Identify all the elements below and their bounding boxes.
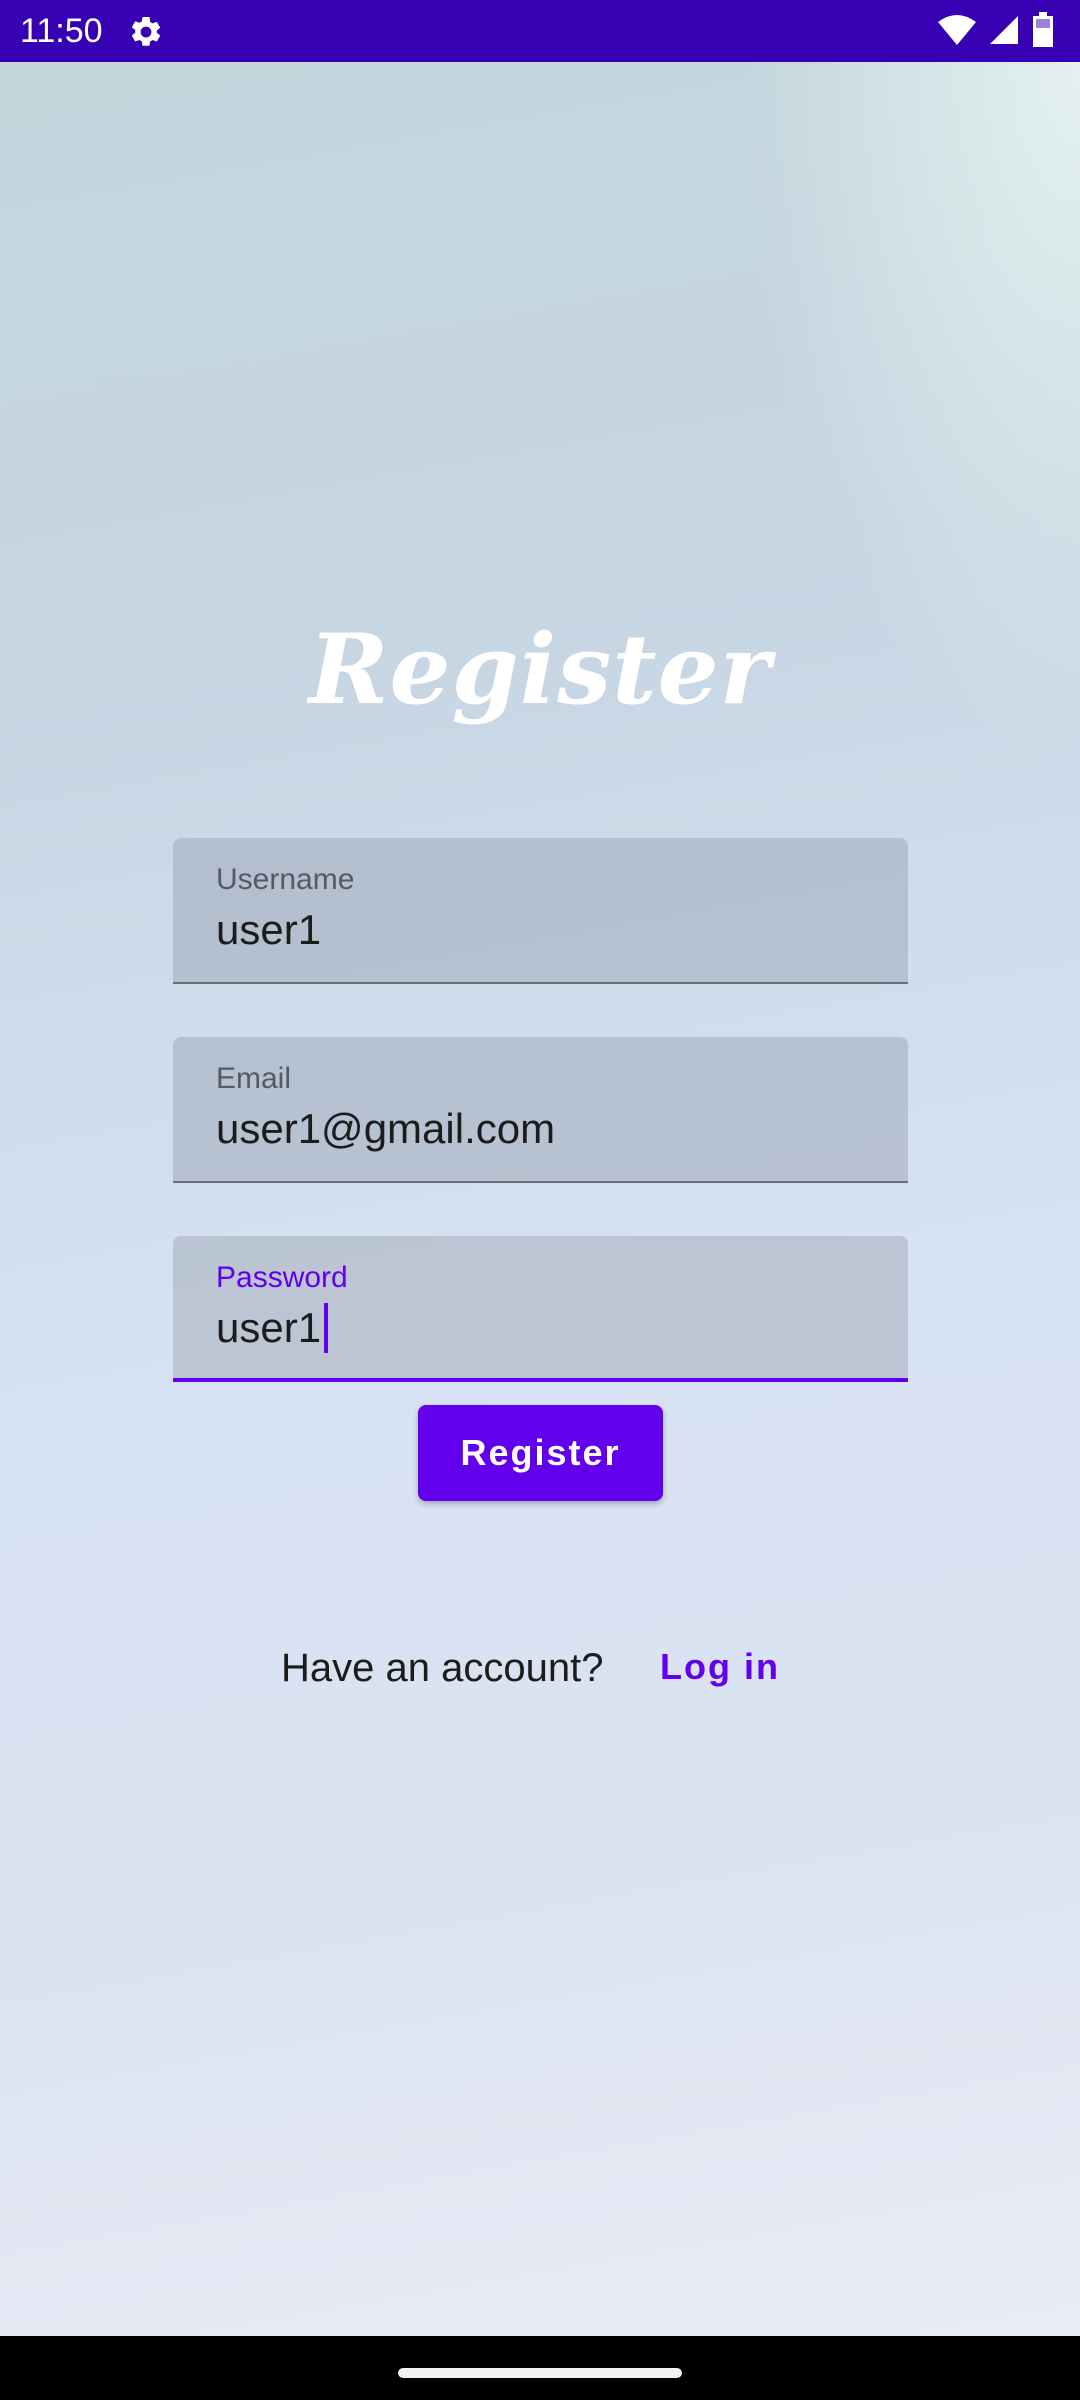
battery-icon xyxy=(1032,11,1054,53)
username-field[interactable]: Username user1 xyxy=(173,838,908,984)
wifi-icon xyxy=(938,14,976,51)
password-value[interactable]: user1 xyxy=(216,1302,329,1354)
password-text: user1 xyxy=(216,1304,322,1351)
email-text: user1@gmail.com xyxy=(216,1105,556,1152)
register-button[interactable]: Register xyxy=(418,1405,663,1501)
login-link[interactable]: Log in xyxy=(660,1642,780,1692)
email-value[interactable]: user1@gmail.com xyxy=(216,1103,555,1155)
email-label: Email xyxy=(216,1062,292,1095)
username-text: user1 xyxy=(216,906,322,953)
password-label: Password xyxy=(216,1261,348,1294)
status-time: 11:50 xyxy=(20,12,103,50)
email-field[interactable]: Email user1@gmail.com xyxy=(173,1037,908,1183)
status-icons xyxy=(938,11,1054,53)
password-field[interactable]: Password user1 xyxy=(173,1236,908,1382)
content-area xyxy=(0,62,1080,2336)
status-bar: 11:50 xyxy=(0,0,1080,62)
page-title: Register xyxy=(308,613,772,726)
username-value[interactable]: user1 xyxy=(216,904,321,956)
register-screen: 11:50 Register Username user1 Email user… xyxy=(0,0,1080,2400)
settings-gear-icon xyxy=(128,14,164,50)
cell-signal-icon xyxy=(988,14,1020,51)
home-handle[interactable] xyxy=(398,2368,682,2378)
have-account-text: Have an account? xyxy=(281,1646,604,1690)
text-cursor xyxy=(324,1303,329,1353)
username-label: Username xyxy=(216,863,355,896)
